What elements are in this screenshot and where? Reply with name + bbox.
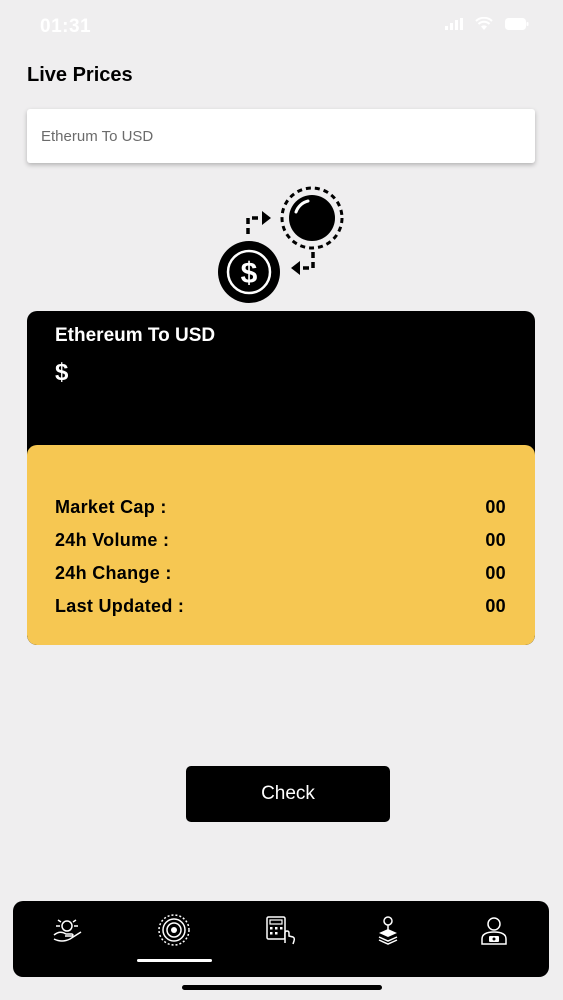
home-indicator — [182, 985, 382, 990]
price-card: Ethereum To USD $ Market Cap : 00 24h Vo… — [27, 311, 535, 645]
stats-panel: Market Cap : 00 24h Volume : 00 24h Chan… — [27, 445, 535, 645]
tab-live[interactable] — [134, 901, 214, 963]
calculator-icon — [265, 915, 297, 950]
page-title: Live Prices — [27, 64, 133, 86]
status-time: 01:31 — [40, 16, 92, 37]
battery-icon — [505, 17, 529, 35]
tab-prices[interactable] — [28, 901, 108, 963]
currency-exchange-icon: $ — [210, 186, 355, 304]
tab-calculator[interactable] — [241, 901, 321, 963]
stat-value: 00 — [485, 596, 506, 616]
stat-label: 24h Change : — [55, 563, 172, 583]
stat-row-last-updated: Last Updated : 00 — [55, 590, 506, 623]
wifi-icon — [475, 16, 493, 35]
currency-pair-selector-value: Etherum To USD — [41, 127, 154, 145]
target-icon — [155, 913, 193, 952]
status-bar: 01:31 — [0, 0, 563, 56]
tab-bar — [13, 901, 549, 977]
user-profile-icon — [479, 915, 509, 950]
cellular-signal-icon — [445, 17, 463, 35]
stat-label: Last Updated : — [55, 596, 185, 616]
stat-row-24h-volume: 24h Volume : 00 — [55, 524, 506, 557]
card-price: $ — [55, 359, 69, 386]
stat-label: Market Cap : — [55, 497, 167, 517]
stat-value: 00 — [485, 497, 506, 517]
tab-profile[interactable] — [454, 901, 534, 963]
active-tab-indicator — [137, 959, 212, 962]
stat-value: 00 — [485, 530, 506, 550]
money-hand-icon — [52, 917, 84, 948]
check-button[interactable]: Check — [186, 766, 390, 822]
tab-location[interactable] — [348, 901, 428, 963]
svg-text:$: $ — [241, 257, 258, 290]
card-pair-title: Ethereum To USD — [55, 325, 216, 346]
stat-row-24h-change: 24h Change : 00 — [55, 557, 506, 590]
stat-label: 24h Volume : — [55, 530, 170, 550]
status-icons — [445, 16, 529, 35]
stat-value: 00 — [485, 563, 506, 583]
currency-pair-selector[interactable]: Etherum To USD — [27, 109, 535, 163]
stat-row-market-cap: Market Cap : 00 — [55, 491, 506, 524]
location-layers-icon — [374, 915, 402, 950]
